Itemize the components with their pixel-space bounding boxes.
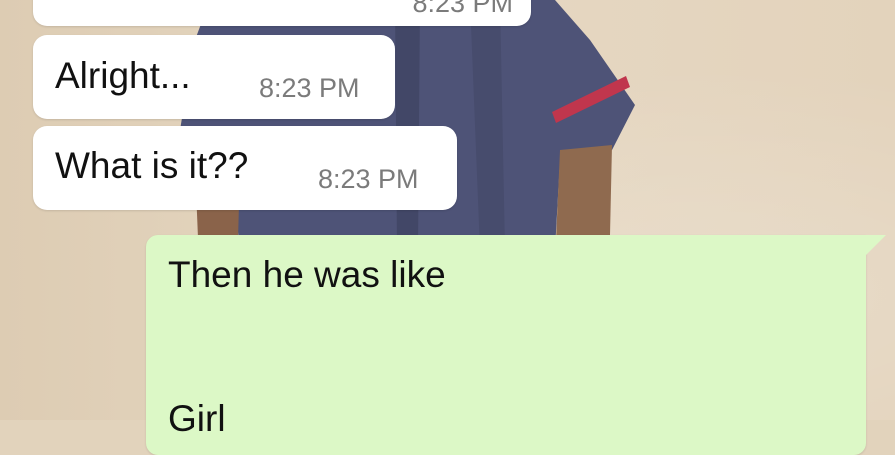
message-text: What is it?? bbox=[55, 145, 249, 186]
message-timestamp: 8:23 PM bbox=[412, 0, 513, 18]
outgoing-message-bubble[interactable]: Then he was like Girl bbox=[146, 235, 886, 455]
incoming-message-bubble[interactable]: 8:23 PM bbox=[33, 0, 531, 26]
shirt-placket bbox=[395, 0, 420, 250]
message-text: Alright... bbox=[55, 55, 191, 96]
message-text-continued: Girl bbox=[168, 398, 226, 439]
arm-shape bbox=[556, 145, 612, 240]
incoming-message-bubble[interactable]: What is it?? 8:23 PM bbox=[33, 126, 457, 210]
message-text: Then he was like bbox=[168, 254, 446, 295]
message-timestamp: 8:23 PM bbox=[318, 164, 419, 194]
incoming-message-bubble[interactable]: Alright... 8:23 PM bbox=[33, 35, 395, 119]
message-timestamp: 8:23 PM bbox=[259, 73, 360, 103]
